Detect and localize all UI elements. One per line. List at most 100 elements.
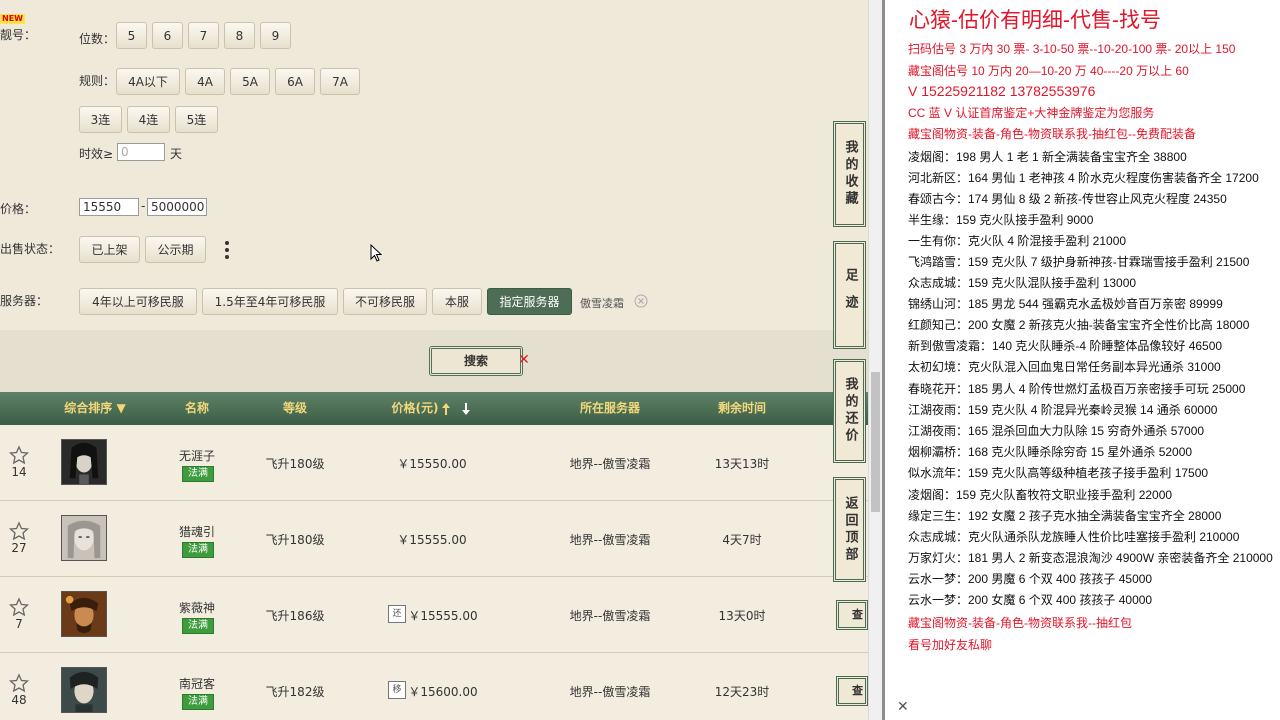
- note-line: 万家灯火：181 男人 2 新变态混浪淘沙 4900W 亲密装备齐全 21000…: [908, 551, 1273, 565]
- character-avatar[interactable]: [61, 591, 107, 637]
- note-line: 凌烟阁：198 男人 1 老 1 新全满装备宝宝齐全 38800: [908, 150, 1187, 164]
- note-line: 藏宝阁物资-装备-角色-物资联系我-抽红包--免费配装备: [908, 127, 1196, 141]
- digits-6-button[interactable]: 6: [152, 22, 183, 49]
- digits-7-button[interactable]: 7: [188, 22, 219, 49]
- clear-search-icon[interactable]: ✕: [518, 352, 530, 368]
- my-favorites-tab[interactable]: 我的收藏: [833, 121, 866, 227]
- view-button[interactable]: 查: [836, 676, 868, 706]
- remaining-time: 13天0时: [718, 609, 766, 623]
- rule-5a-button[interactable]: 5A: [230, 68, 270, 95]
- more-options-icon[interactable]: [225, 241, 231, 259]
- school-badge: 法满: [182, 694, 214, 710]
- sort-down-icon[interactable]: [461, 402, 471, 416]
- note-line: 春颂古今：174 男仙 8 级 2 新孩-传世容止风克火程度 24350: [908, 192, 1227, 206]
- rank-number: 14: [11, 465, 27, 479]
- my-bargain-label: 我的还价: [842, 377, 858, 445]
- view-button[interactable]: 查: [836, 600, 868, 630]
- server-specified-button[interactable]: 指定服务器: [487, 288, 572, 315]
- sort-rank-header[interactable]: 综合排序 ▼: [55, 392, 135, 425]
- note-line: 半生缘：159 克火队接手盈利 9000: [908, 213, 1094, 227]
- sale-status-label: 出售状态：: [0, 242, 61, 256]
- digits-9-button[interactable]: 9: [260, 22, 291, 49]
- table-row[interactable]: 27 猎魂引 法满 飞升180级 ￥15555.00 地界--傲雪凌霜 4天7时: [0, 501, 868, 577]
- note-line: 江湖夜雨：159 克火队 4 阶混异光秦岭灵猴 14 通杀 60000: [908, 403, 1218, 417]
- rule-4a-below-button[interactable]: 4A以下: [116, 68, 180, 95]
- note-line: 似水流年：159 克火队高等级种植老孩子接手盈利 17500: [908, 466, 1209, 480]
- lian-4-button[interactable]: 4连: [127, 106, 170, 133]
- clear-server-icon[interactable]: [634, 294, 648, 308]
- sale-listed-button[interactable]: 已上架: [79, 236, 140, 263]
- table-row[interactable]: 14 无涯子 法满 飞升180级 ￥15550.00 地界--傲雪凌霜 13天1…: [0, 425, 868, 501]
- server-no-migrate-button[interactable]: 不可移民服: [343, 288, 427, 315]
- page-scrollbar[interactable]: [868, 0, 883, 720]
- favorite-star-icon[interactable]: [8, 521, 30, 541]
- sale-public-button[interactable]: 公示期: [145, 236, 206, 263]
- note-line: 众志成城：159 克火队混队接手盈利 13000: [908, 276, 1137, 290]
- character-avatar[interactable]: [61, 439, 107, 485]
- character-avatar[interactable]: [61, 515, 107, 561]
- price-max-input[interactable]: 5000000: [147, 198, 207, 216]
- favorite-star-icon[interactable]: [8, 673, 30, 693]
- back-to-top-tab[interactable]: 返回顶部: [833, 477, 866, 582]
- note-line: 锦绣山河：185 男龙 544 强霸克水孟极妙音百万亲密 89999: [908, 297, 1223, 311]
- character-name[interactable]: 猎魂引: [170, 523, 224, 540]
- school-badge: 法满: [182, 542, 214, 558]
- table-row[interactable]: 48 南冠客 法满 飞升182级 移 ￥15600.00 地界--傲雪凌霜 12…: [0, 653, 868, 720]
- character-avatar[interactable]: [61, 667, 107, 713]
- migrate-tag-icon: 移: [388, 681, 406, 699]
- selected-server-text: 傲雪凌霜: [580, 297, 624, 310]
- lian-5-button[interactable]: 5连: [175, 106, 218, 133]
- my-favorites-label: 我的收藏: [842, 140, 858, 208]
- rank-number: 27: [11, 541, 27, 555]
- shixiao-label: 时效≥: [79, 147, 114, 161]
- note-line: 太初幻境：克火队混入回血鬼日常任务副本异光通杀 31000: [908, 360, 1221, 374]
- footprint-label: 足迹: [842, 268, 858, 322]
- character-name[interactable]: 南冠客: [170, 675, 224, 692]
- character-level: 飞升180级: [265, 457, 325, 471]
- note-line: 凌烟阁：159 克火队畜牧符文职业接手盈利 22000: [908, 488, 1173, 502]
- note-line: 春晓花开：185 男人 4 阶传世燃灯孟极百万亲密接手可玩 25000: [908, 382, 1246, 396]
- server-4y-button[interactable]: 4年以上可移民服: [79, 288, 197, 315]
- digits-5-button[interactable]: 5: [116, 22, 147, 49]
- price-min-input[interactable]: 15550: [79, 198, 139, 216]
- mouse-cursor-icon: [370, 244, 382, 262]
- character-server: 地界--傲雪凌霜: [569, 533, 651, 547]
- digits-8-button[interactable]: 8: [224, 22, 255, 49]
- footprint-tab[interactable]: 足迹: [833, 241, 866, 349]
- note-line: 缘定三生：192 女魔 2 孩子克水抽全满装备宝宝齐全 28000: [908, 509, 1222, 523]
- back-to-top-label: 返回顶部: [842, 495, 858, 564]
- server-this-button[interactable]: 本服: [432, 288, 482, 315]
- sort-up-icon[interactable]: [441, 402, 451, 416]
- time-header: 剩余时间: [717, 401, 766, 415]
- notes-panel: 心猿-估价有明细-代售-找号 扫码估号 3 万内 30 票- 3-10-50 票…: [885, 0, 1280, 720]
- character-name[interactable]: 紫薇神: [170, 599, 224, 616]
- note-line: 扫码估号 3 万内 30 票- 3-10-50 票--10-20-100 票- …: [908, 42, 1236, 56]
- close-icon[interactable]: ✕: [897, 700, 911, 714]
- character-server: 地界--傲雪凌霜: [569, 457, 651, 471]
- shixiao-unit: 天: [170, 147, 183, 161]
- character-price: ￥15600.00: [408, 685, 478, 699]
- my-bargain-tab[interactable]: 我的还价: [833, 359, 866, 463]
- rule-7a-button[interactable]: 7A: [320, 68, 360, 95]
- note-line: 藏宝阁物资-装备-角色-物资联系我--抽红包: [908, 616, 1132, 630]
- character-price: ￥15550.00: [397, 457, 467, 471]
- shixiao-input[interactable]: 0: [117, 143, 165, 161]
- rule-4a-button[interactable]: 4A: [185, 68, 225, 95]
- rank-number: 7: [15, 617, 23, 631]
- scrollbar-thumb[interactable]: [871, 372, 880, 512]
- character-name[interactable]: 无涯子: [170, 447, 224, 464]
- table-header: 综合排序 ▼ 名称 等级 价格(元) 所在服务器 剩余时间: [0, 392, 868, 425]
- note-line: 云水一梦：200 男魔 6 个双 400 孩孩子 45000: [908, 572, 1153, 586]
- table-row[interactable]: 7 紫薇神 法满 飞升186级 还 ￥15555.00 地界--傲雪凌霜 13天…: [0, 577, 868, 653]
- server-1-5y-button[interactable]: 1.5年至4年可移民服: [202, 288, 338, 315]
- favorite-star-icon[interactable]: [8, 445, 30, 465]
- price-header[interactable]: 价格(元): [385, 392, 445, 425]
- notes-title: 心猿-估价有明细-代售-找号: [909, 9, 1161, 32]
- remaining-time: 4天7时: [722, 533, 762, 547]
- rule-6a-button[interactable]: 6A: [275, 68, 315, 95]
- character-price: ￥15555.00: [408, 609, 478, 623]
- lian-3-button[interactable]: 3连: [79, 106, 122, 133]
- favorite-star-icon[interactable]: [8, 597, 30, 617]
- search-button[interactable]: 搜索: [429, 346, 523, 376]
- name-header: 名称: [184, 401, 209, 415]
